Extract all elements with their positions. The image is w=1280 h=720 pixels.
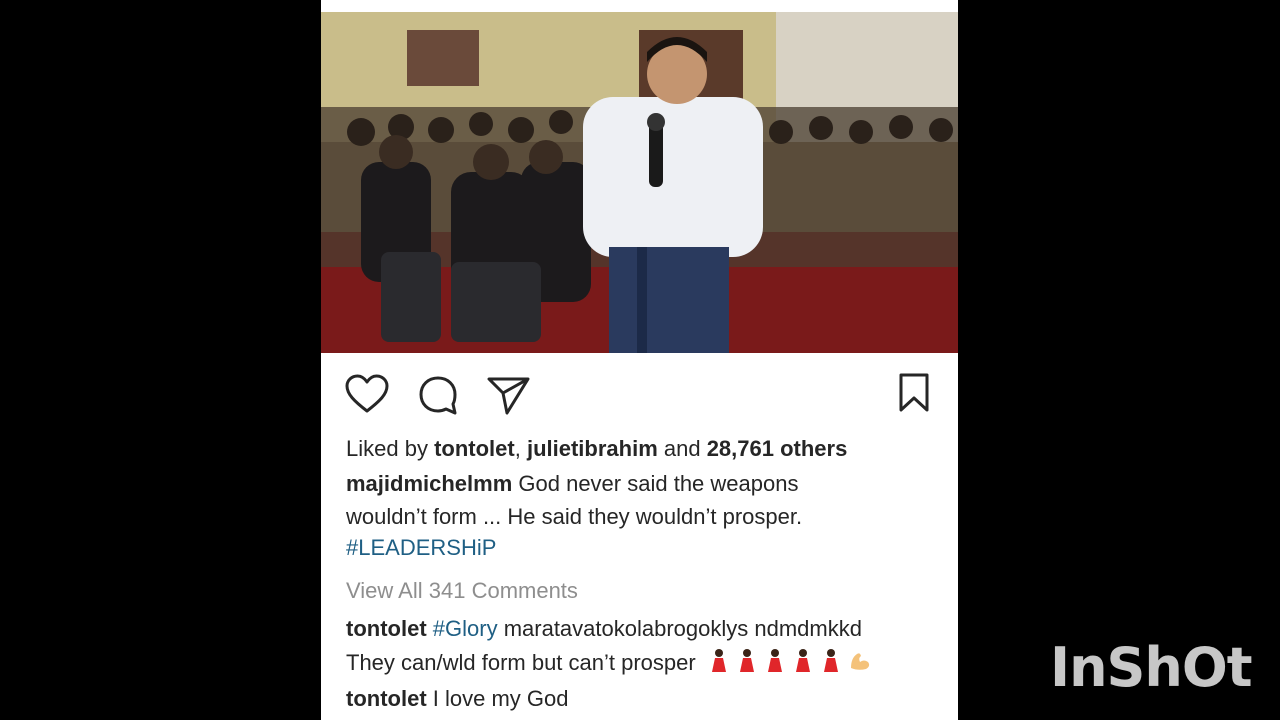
caption-line-2: wouldn’t form ... He said they wouldn’t … [346, 504, 802, 530]
comment-1-line-2: They can/wld form but can’t prosper [346, 648, 872, 680]
post-photo-illustration [321, 12, 958, 353]
woman-dancing-emoji [736, 648, 758, 680]
likes-and: and [657, 436, 707, 461]
likes-prefix: Liked by [346, 436, 435, 461]
woman-dancing-emoji [708, 648, 730, 680]
post-action-bar [321, 358, 958, 428]
likes-count[interactable]: 28,761 others [707, 436, 848, 461]
comment-1-username[interactable]: tontolet [346, 616, 427, 641]
comment-2-line: tontolet I love my God [346, 686, 569, 712]
liker-username-2[interactable]: julietibrahim [527, 436, 658, 461]
liker-username-1[interactable]: tontolet [434, 436, 515, 461]
caption-username[interactable]: majidmichelmm [346, 471, 512, 496]
comment-2-username[interactable]: tontolet [346, 686, 427, 711]
woman-dancing-emoji [820, 648, 842, 680]
comment-bubble-icon[interactable] [418, 375, 460, 422]
instagram-post: Liked by tontolet, julietibrahim and 28,… [321, 0, 958, 720]
flexed-biceps-emoji [848, 650, 872, 678]
woman-dancing-emoji [792, 648, 814, 680]
comment-1-hashtag[interactable]: #Glory [433, 616, 498, 641]
heart-icon[interactable] [345, 374, 389, 419]
view-all-comments-link[interactable]: View All 341 Comments [346, 578, 578, 604]
comment-1-text-1: maratavatokolabrogoklys ndmdmkkd [497, 616, 862, 641]
caption-text-1: God never said the weapons [512, 471, 799, 496]
paper-plane-icon[interactable] [487, 376, 531, 421]
caption-hashtag[interactable]: #LEADERSHiP [346, 535, 496, 560]
comment-2-text: I love my God [426, 686, 569, 711]
caption-text-2: wouldn’t form ... He said they wouldn’t … [346, 504, 803, 529]
likes-line: Liked by tontolet, julietibrahim and 28,… [346, 436, 847, 462]
caption-line-1: majidmichelmm God never said the weapons [346, 471, 798, 497]
comment-1-line-1: tontolet #Glory maratavatokolabrogoklys … [346, 616, 862, 642]
caption-line-3: #LEADERSHiP [346, 535, 496, 561]
bookmark-icon[interactable] [898, 373, 930, 418]
post-header-strip [321, 0, 958, 12]
woman-dancing-emoji [764, 648, 786, 680]
post-photo[interactable] [321, 12, 958, 353]
likes-separator: , [514, 436, 527, 461]
comment-1-text-2: They can/wld form but can’t prosper [346, 649, 696, 675]
inshot-watermark: InShOt [1050, 636, 1253, 699]
